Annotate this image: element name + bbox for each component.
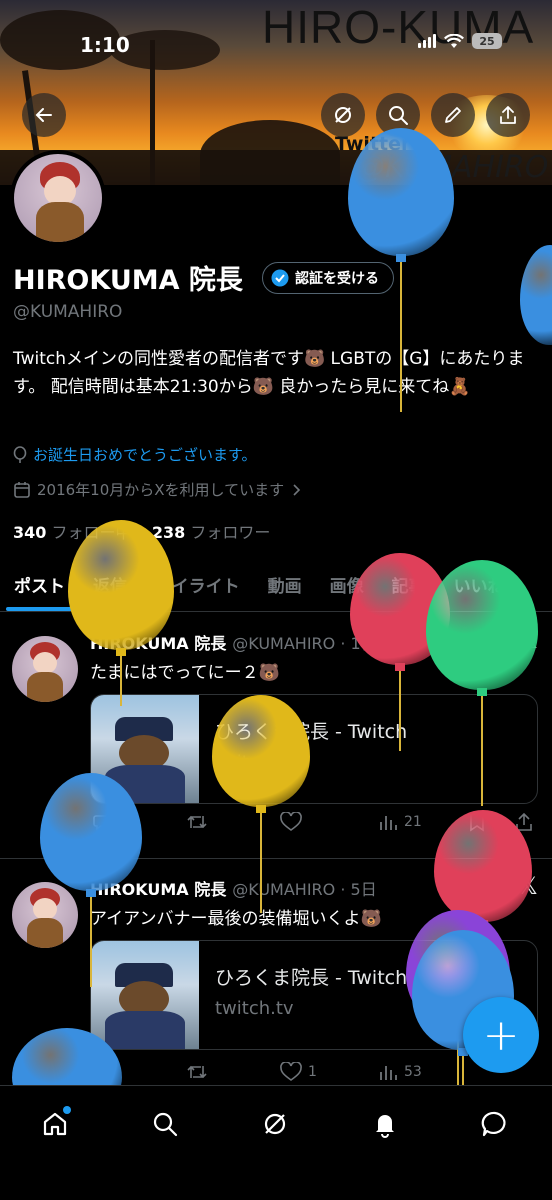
wifi-icon	[444, 33, 464, 48]
balloon-decoration	[348, 128, 454, 414]
status-time: 1:10	[80, 33, 130, 57]
retweet-icon	[187, 1065, 207, 1079]
grok-icon	[264, 1113, 286, 1135]
grok-icon	[335, 107, 351, 123]
search-icon	[153, 1112, 178, 1137]
nav-messages[interactable]	[475, 1104, 515, 1144]
battery-icon: 25	[472, 33, 502, 49]
joined-text: 2016年10月からXを利用しています	[37, 481, 285, 499]
balloon-decoration	[520, 245, 552, 353]
nav-home[interactable]	[35, 1104, 75, 1144]
profile-avatar[interactable]	[10, 150, 106, 246]
bottom-navigation	[0, 1085, 552, 1200]
nav-notifications[interactable]	[365, 1104, 405, 1144]
search-icon	[389, 106, 408, 125]
compose-post-button[interactable]: +	[463, 997, 539, 1073]
balloon-decoration	[426, 560, 538, 808]
signal-icon	[418, 34, 436, 48]
birthday-text[interactable]: お誕生日おめでとうございます。	[33, 444, 257, 465]
joined-row[interactable]: 2016年10月からXを利用しています	[13, 479, 302, 500]
edit-icon	[445, 107, 461, 123]
views-button[interactable]: 21	[378, 812, 422, 832]
nav-grok[interactable]	[255, 1104, 295, 1144]
profile-bio: Twitchメインの同性愛者の配信者です🐻 LGBTの【G】にあたります。 配信…	[13, 349, 525, 397]
verified-badge-icon	[271, 269, 289, 287]
profile-name: HIROKUMA 院長	[13, 265, 243, 296]
nav-search[interactable]	[145, 1104, 185, 1144]
share-button[interactable]	[486, 93, 530, 137]
chevron-right-icon	[293, 483, 301, 496]
views-icon	[380, 816, 397, 830]
share-icon	[500, 106, 516, 124]
profile-handle: @KUMAHIRO	[13, 302, 123, 322]
balloon-location-icon	[13, 445, 27, 463]
retweet-icon	[187, 815, 207, 829]
birthday-row: お誕生日おめでとうございます。	[13, 444, 257, 465]
calendar-icon	[14, 481, 30, 498]
card-domain: twitch.tv	[215, 998, 294, 1019]
avatar-bear-costume	[36, 202, 84, 242]
back-arrow-icon	[35, 108, 52, 122]
tab-videos[interactable]: 動画	[254, 560, 316, 611]
likes-count: 1	[308, 1064, 317, 1080]
like-button[interactable]: 1	[280, 1062, 317, 1082]
back-button[interactable]	[22, 93, 66, 137]
balloon-decoration	[212, 695, 310, 915]
home-notification-dot	[63, 1106, 71, 1114]
balloon-decoration	[68, 520, 174, 708]
views-icon	[380, 1066, 397, 1080]
retweet-button[interactable]	[186, 1062, 208, 1082]
like-icon	[280, 1062, 302, 1081]
status-icons: 25	[418, 33, 502, 49]
home-icon	[43, 1112, 67, 1136]
retweet-button[interactable]	[186, 812, 208, 832]
card-title: ひろくま院長 - Twitch	[215, 967, 408, 989]
messages-icon	[481, 1111, 506, 1137]
views-count: 21	[404, 814, 422, 830]
notifications-icon	[376, 1115, 394, 1138]
balloon-decoration	[40, 773, 142, 989]
